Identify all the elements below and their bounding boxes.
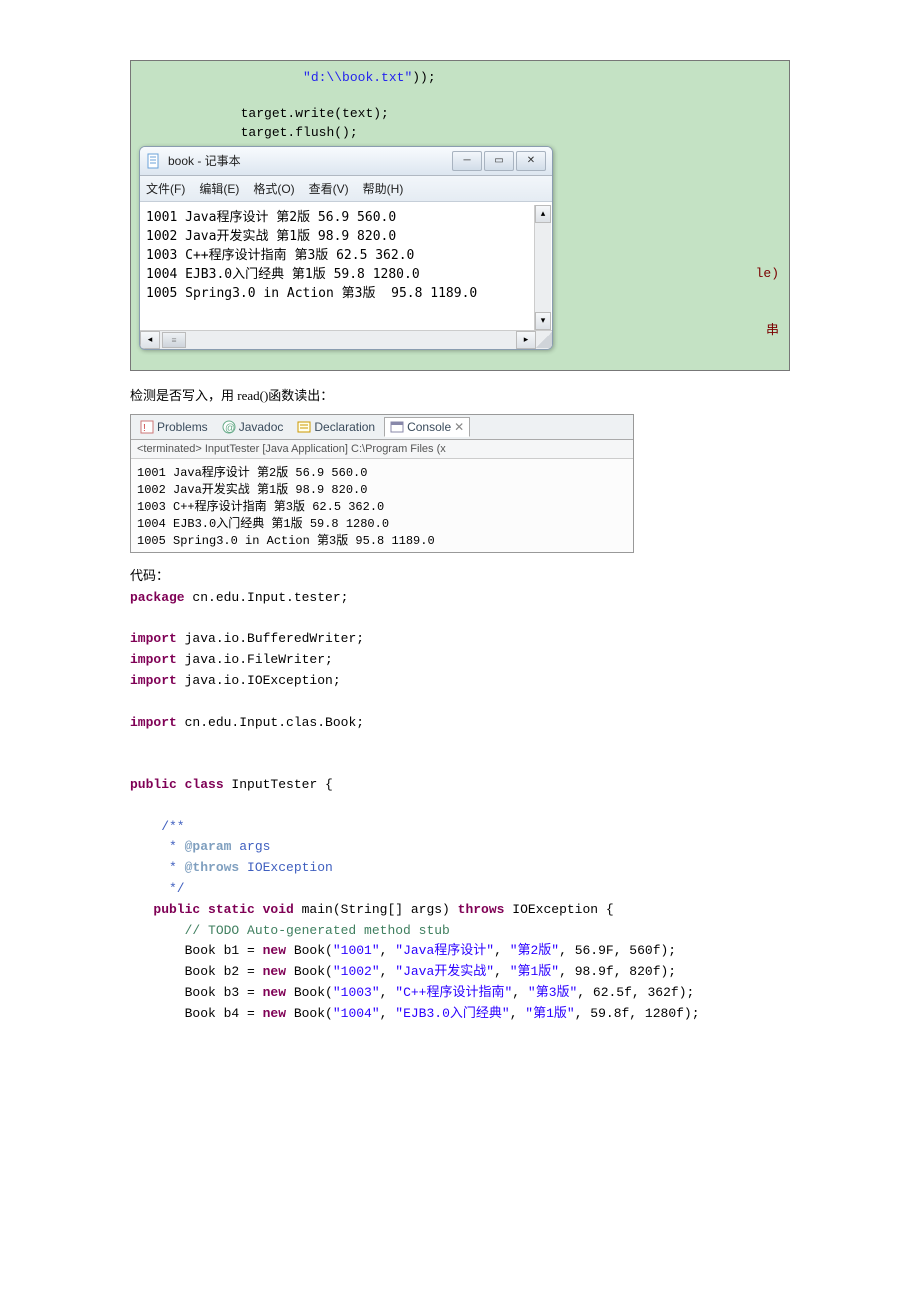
scroll-thumb[interactable] bbox=[162, 332, 186, 348]
scroll-down-icon[interactable]: ▾ bbox=[535, 312, 551, 330]
tab-console[interactable]: Console ✕ bbox=[384, 417, 470, 437]
minimize-button[interactable]: ─ bbox=[452, 151, 482, 171]
scroll-up-icon[interactable]: ▴ bbox=[535, 205, 551, 223]
maximize-button[interactable]: ▭ bbox=[484, 151, 514, 171]
eclipse-console-panel: ! Problems @ Javadoc Declaration Console… bbox=[130, 414, 634, 553]
notepad-titlebar[interactable]: book - 记事本 ─ ▭ ✕ bbox=[140, 147, 552, 176]
menu-help[interactable]: 帮助(H) bbox=[363, 180, 404, 197]
scroll-left-icon[interactable]: ◂ bbox=[140, 331, 160, 349]
notepad-menubar: 文件(F) 编辑(E) 格式(O) 查看(V) 帮助(H) bbox=[140, 176, 552, 202]
hint-le: le) bbox=[756, 266, 779, 281]
description-text: 检测是否写入，用 read()函数读出： bbox=[130, 385, 790, 404]
close-tab-icon[interactable]: ✕ bbox=[454, 420, 464, 434]
declaration-icon bbox=[297, 420, 311, 434]
problems-icon: ! bbox=[140, 420, 154, 434]
console-output: 1001 Java程序设计 第2版 56.9 560.0 1002 Java开发… bbox=[131, 459, 633, 552]
close-button[interactable]: ✕ bbox=[516, 151, 546, 171]
vertical-scrollbar[interactable]: ▴ ▾ bbox=[534, 205, 551, 330]
menu-file[interactable]: 文件(F) bbox=[146, 180, 185, 197]
notepad-textarea[interactable]: 1001 Java程序设计 第2版 56.9 560.0 1002 Java开发… bbox=[140, 202, 552, 330]
menu-view[interactable]: 查看(V) bbox=[309, 180, 349, 197]
notepad-title: book - 记事本 bbox=[168, 152, 452, 169]
svg-text:!: ! bbox=[143, 423, 146, 434]
menu-edit[interactable]: 编辑(E) bbox=[199, 180, 239, 197]
tab-javadoc[interactable]: @ Javadoc bbox=[217, 418, 289, 436]
editor-code: "d:\\book.txt")); target.write(text); ta… bbox=[131, 69, 789, 142]
menu-format[interactable]: 格式(O) bbox=[253, 180, 294, 197]
scroll-right-icon[interactable]: ▸ bbox=[516, 331, 536, 349]
horizontal-scrollbar[interactable]: ◂ ▸ bbox=[140, 330, 552, 349]
javadoc-icon: @ bbox=[222, 420, 236, 434]
hint-chuan: 串 bbox=[766, 319, 779, 338]
tab-declaration[interactable]: Declaration bbox=[292, 418, 380, 436]
console-icon bbox=[390, 420, 404, 434]
notepad-icon bbox=[146, 153, 162, 169]
tab-problems[interactable]: ! Problems bbox=[135, 418, 213, 436]
java-source-code: package cn.edu.Input.tester; import java… bbox=[130, 588, 790, 1025]
console-status: <terminated> InputTester [Java Applicati… bbox=[131, 440, 633, 459]
code-label: 代码： bbox=[130, 565, 790, 584]
resize-grip-icon[interactable] bbox=[536, 332, 552, 348]
notepad-window: book - 记事本 ─ ▭ ✕ 文件(F) 编辑(E) 格式(O) 查看(V)… bbox=[139, 146, 553, 350]
code-editor-background: "d:\\book.txt")); target.write(text); ta… bbox=[130, 60, 790, 371]
eclipse-tabs: ! Problems @ Javadoc Declaration Console… bbox=[131, 415, 633, 440]
string-literal: "d:\\book.txt" bbox=[303, 70, 412, 85]
svg-text:@: @ bbox=[225, 423, 235, 434]
